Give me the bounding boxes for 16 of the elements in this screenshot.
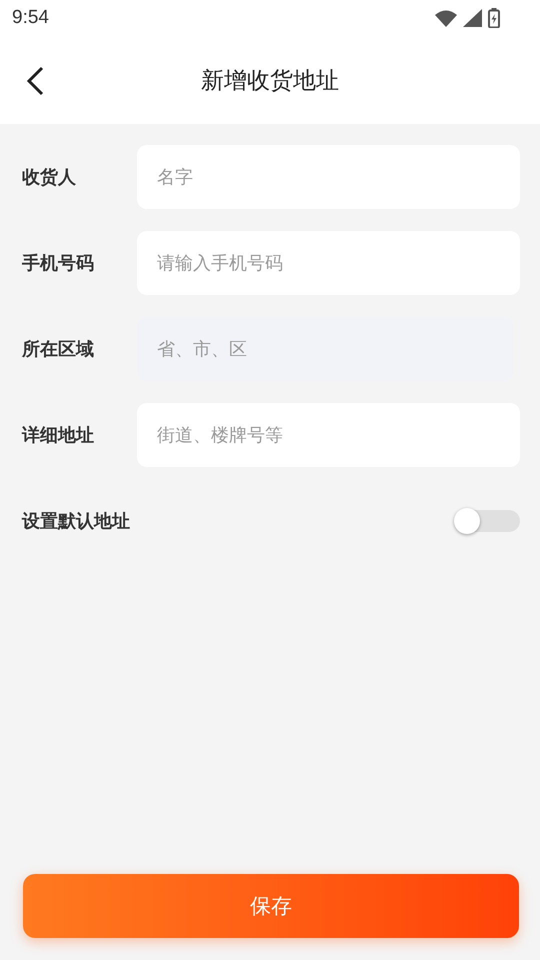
default-switch[interactable] [454,508,520,534]
field-label: 所在区域 [20,338,95,361]
field-label: 收货人 [21,166,77,189]
field-label: 手机号码 [21,252,95,275]
input-field[interactable]: 名字 [137,145,520,209]
signal-icon [463,9,482,27]
toggle-label: 设置默认地址 [22,510,130,533]
region-picker[interactable]: 省、市、区 [137,317,513,381]
input-field[interactable]: 请输入手机号码 [137,231,520,295]
input-field[interactable]: 街道、楼牌号等 [137,403,520,467]
wifi-icon [435,10,457,26]
status-time: 9:54 [12,7,49,29]
battery-icon [488,8,500,28]
save-button[interactable]: 保存 [23,874,519,938]
page-title: 新增收货地址 [201,66,339,96]
field-label: 详细地址 [20,424,95,447]
